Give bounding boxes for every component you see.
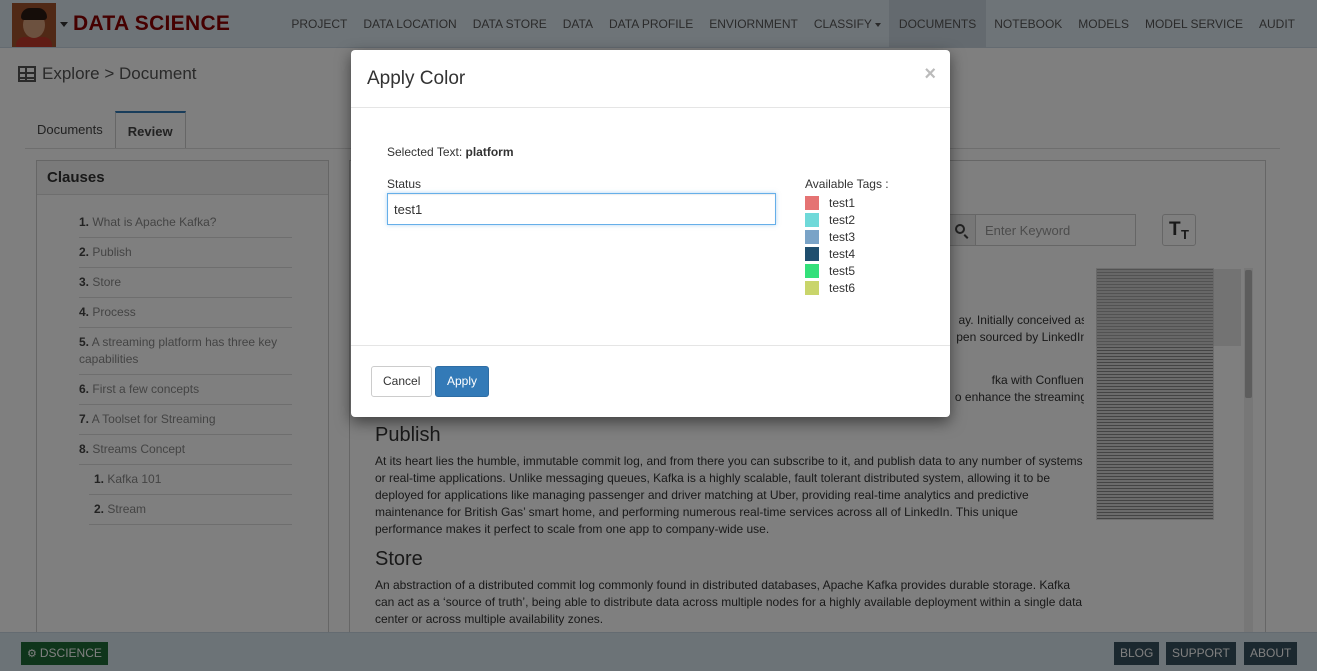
tag-name: test4 [829, 246, 856, 261]
tag-item[interactable]: test2 [805, 211, 855, 228]
close-icon[interactable]: × [924, 63, 936, 86]
selected-text-label: Selected Text: [387, 145, 463, 159]
tag-name: test3 [829, 229, 856, 244]
tag-color-swatch [805, 229, 819, 244]
cancel-button[interactable]: Cancel [371, 366, 433, 397]
status-input[interactable] [387, 193, 776, 225]
apply-color-dialog: Apply Color × Selected Text: platform St… [351, 50, 950, 417]
selected-text-value: platform [465, 145, 514, 159]
tag-color-swatch [805, 195, 819, 210]
status-label: Status [387, 177, 422, 191]
tag-color-swatch [805, 246, 819, 261]
tag-name: test1 [829, 195, 856, 210]
modal-title: Apply Color [367, 68, 466, 89]
apply-button[interactable]: Apply [435, 366, 490, 397]
tag-item[interactable]: test6 [805, 279, 855, 296]
tag-color-swatch [805, 280, 819, 295]
available-tags-label: Available Tags : [805, 177, 889, 191]
tag-name: test5 [829, 263, 856, 278]
available-tags-list: test1 test2 test3 test4 test5 test6 [805, 194, 855, 296]
modal-header: Apply Color × [351, 50, 950, 108]
tag-name: test6 [829, 280, 856, 295]
tag-item[interactable]: test1 [805, 194, 855, 211]
selected-text-row: Selected Text: platform [387, 145, 514, 159]
tag-item[interactable]: test5 [805, 262, 855, 279]
tag-item[interactable]: test3 [805, 228, 855, 245]
tag-color-swatch [805, 263, 819, 278]
modal-footer-divider [351, 345, 950, 346]
tag-name: test2 [829, 212, 856, 227]
tag-item[interactable]: test4 [805, 245, 855, 262]
tag-color-swatch [805, 212, 819, 227]
